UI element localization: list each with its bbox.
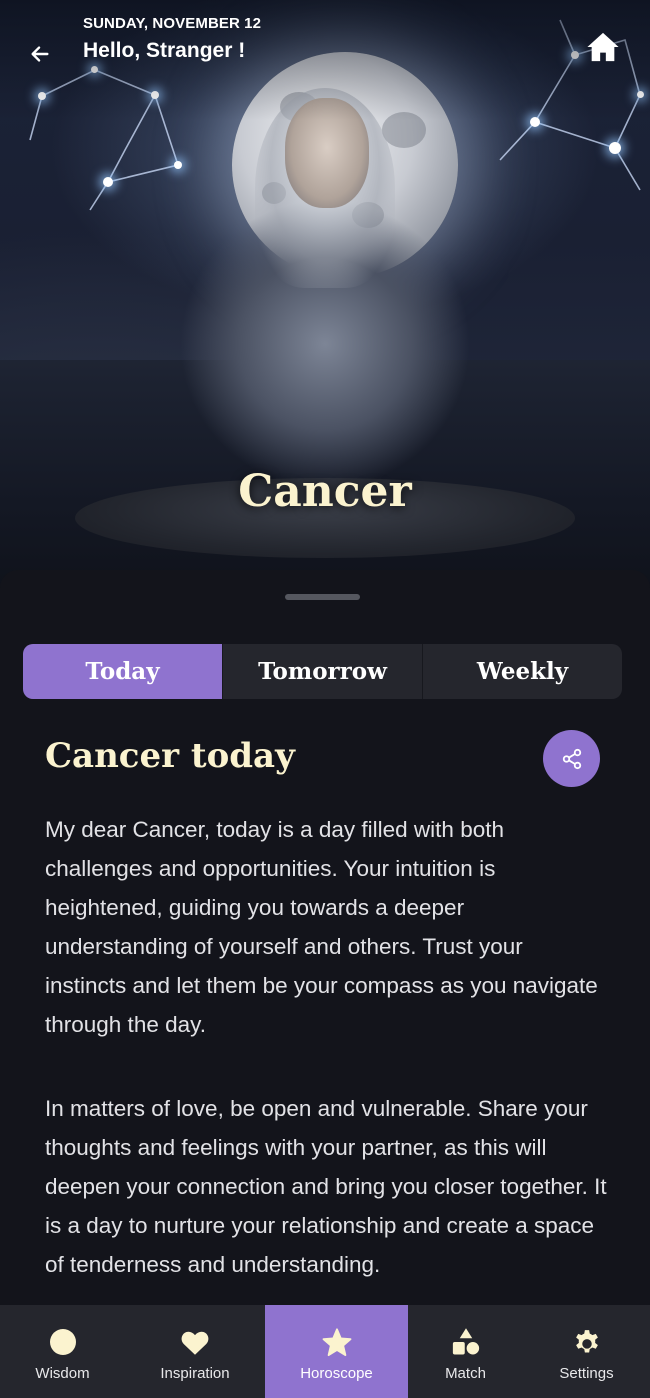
moon-icon xyxy=(48,1327,78,1357)
nav-wisdom[interactable]: Wisdom xyxy=(0,1305,125,1398)
nav-label: Wisdom xyxy=(35,1365,90,1382)
nav-match[interactable]: Match xyxy=(408,1305,523,1398)
nav-inspiration[interactable]: Inspiration xyxy=(125,1305,265,1398)
star xyxy=(103,177,113,187)
tab-weekly[interactable]: Weekly xyxy=(423,644,622,699)
share-icon xyxy=(562,748,581,769)
share-button[interactable] xyxy=(543,730,600,787)
horoscope-paragraph: In matters of love, be open and vulnerab… xyxy=(45,1096,607,1277)
gear-icon xyxy=(572,1327,602,1357)
star-icon xyxy=(322,1327,352,1357)
horoscope-paragraph: My dear Cancer, today is a day filled wi… xyxy=(45,817,598,1037)
bottom-navigation: Wisdom Inspiration Horoscope Match Setti… xyxy=(0,1305,650,1398)
sign-title: Cancer xyxy=(238,466,412,517)
tab-today[interactable]: Today xyxy=(23,644,223,699)
horoscope-title: Cancer today xyxy=(45,736,295,776)
nav-horoscope[interactable]: Horoscope xyxy=(265,1305,408,1398)
back-button[interactable] xyxy=(22,36,58,72)
star xyxy=(609,142,621,154)
heart-icon xyxy=(180,1327,210,1357)
drag-handle[interactable] xyxy=(285,594,360,600)
shapes-icon xyxy=(451,1327,481,1357)
nav-settings[interactable]: Settings xyxy=(523,1305,650,1398)
content-sheet: Today Tomorrow Weekly Cancer today My de… xyxy=(0,570,650,1398)
home-button[interactable] xyxy=(584,28,622,66)
greeting-label: Hello, Stranger ! xyxy=(83,39,246,62)
nav-label: Settings xyxy=(559,1365,614,1382)
home-icon xyxy=(587,32,619,62)
nav-label: Match xyxy=(445,1365,486,1382)
period-tabs: Today Tomorrow Weekly xyxy=(23,644,622,699)
nav-label: Inspiration xyxy=(160,1365,230,1382)
star xyxy=(174,161,182,169)
arrow-left-icon xyxy=(31,46,49,62)
nav-label: Horoscope xyxy=(300,1365,373,1382)
date-label: SUNDAY, NOVEMBER 12 xyxy=(83,15,262,32)
tab-tomorrow[interactable]: Tomorrow xyxy=(223,644,423,699)
